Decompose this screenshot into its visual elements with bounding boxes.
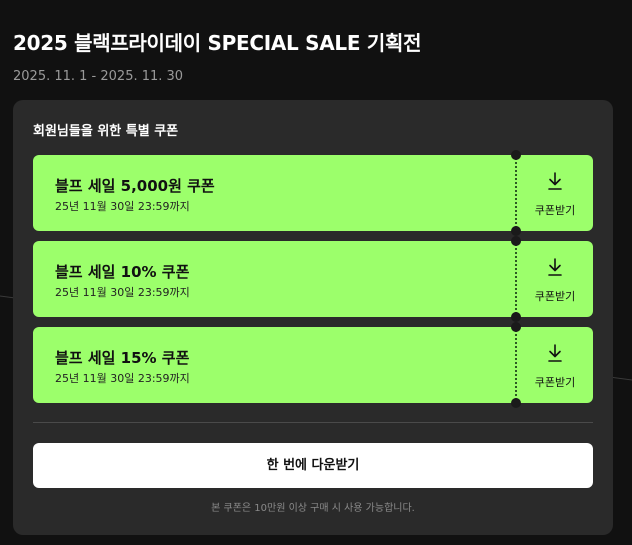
download-icon (548, 258, 562, 276)
page-title: 2025 블랙프라이데이 SPECIAL SALE 기획전 (13, 31, 422, 55)
download-coupon-label: 쿠폰받기 (534, 290, 576, 303)
coupon-name: 블프 세일 15% 쿠폰 (55, 349, 190, 367)
download-coupon-button[interactable]: 쿠폰받기 (517, 155, 593, 231)
ticket-notch (511, 236, 521, 246)
download-coupon-button[interactable]: 쿠폰받기 (517, 327, 593, 403)
coupon-panel: 회원님들을 위한 특별 쿠폰 블프 세일 5,000원 쿠폰 25년 11월 3… (13, 100, 613, 535)
ticket-notch (511, 312, 521, 322)
download-coupon-label: 쿠폰받기 (534, 204, 576, 217)
download-icon (548, 172, 562, 190)
coupon-name: 블프 세일 5,000원 쿠폰 (55, 177, 215, 195)
page-header: 2025 블랙프라이데이 SPECIAL SALE 기획전 2025. 11. … (13, 27, 421, 84)
download-icon (548, 344, 562, 362)
ticket-notch (511, 226, 521, 236)
coupon-name: 블프 세일 10% 쿠폰 (55, 263, 190, 281)
coupon-card: 블프 세일 15% 쿠폰 25년 11월 30일 23:59까지 쿠폰받기 (33, 327, 593, 403)
section-divider (33, 422, 593, 423)
ticket-notch (511, 322, 521, 332)
panel-title: 회원님들을 위한 특별 쿠폰 (33, 124, 179, 139)
download-coupon-button[interactable]: 쿠폰받기 (517, 241, 593, 317)
event-period: 2025. 11. 1 - 2025. 11. 30 (13, 69, 184, 84)
ticket-notch (511, 398, 521, 408)
coupon-expiry: 25년 11월 30일 23:59까지 (55, 286, 190, 299)
coupon-notice: 본 쿠폰은 10만원 이상 구매 시 사용 가능합니다. (211, 503, 415, 514)
download-coupon-label: 쿠폰받기 (534, 376, 576, 389)
download-all-button[interactable]: 한 번에 다운받기 (33, 443, 593, 488)
ticket-notch (511, 150, 521, 160)
coupon-expiry: 25년 11월 30일 23:59까지 (55, 372, 190, 385)
coupon-expiry: 25년 11월 30일 23:59까지 (55, 200, 190, 213)
coupon-card: 블프 세일 5,000원 쿠폰 25년 11월 30일 23:59까지 쿠폰받기 (33, 155, 593, 231)
coupon-card: 블프 세일 10% 쿠폰 25년 11월 30일 23:59까지 쿠폰받기 (33, 241, 593, 317)
